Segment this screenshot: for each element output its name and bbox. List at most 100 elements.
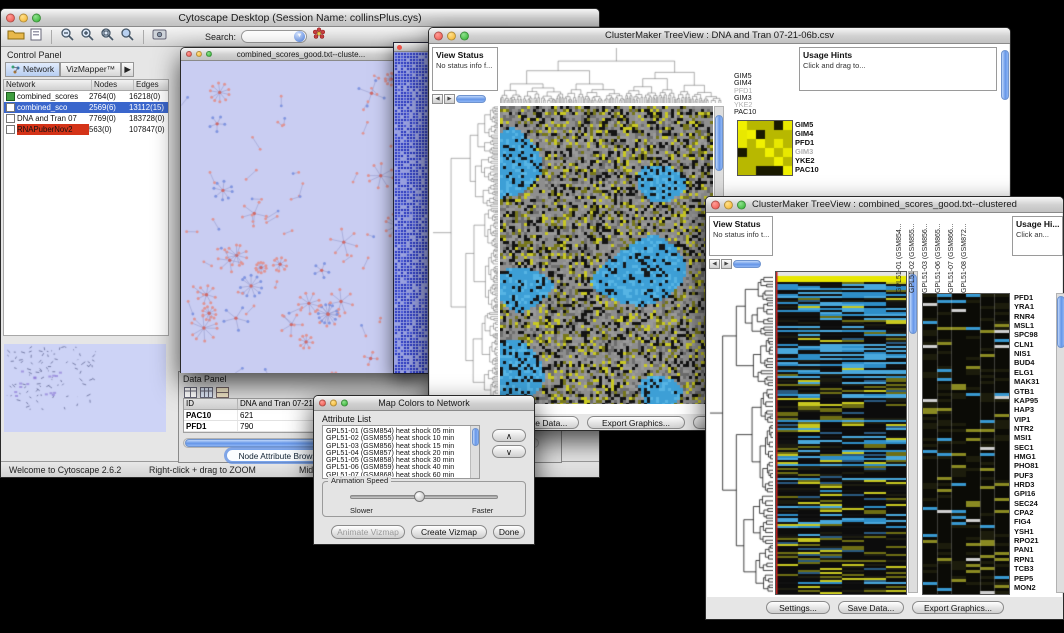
network-list: combined_scores2764(0)16218(0)combined_s… xyxy=(3,91,169,135)
map-dialog-titlebar[interactable]: Map Colors to Network xyxy=(314,396,534,411)
network-list-item[interactable]: combined_scores2764(0)16218(0) xyxy=(4,91,168,102)
gene-label: RPN1 xyxy=(1014,555,1034,564)
tv2-save-data-button[interactable]: Save Data... xyxy=(838,601,904,614)
minimize-icon[interactable] xyxy=(447,31,456,40)
window-title: combined_scores_good.txt--cluste... xyxy=(237,50,366,59)
network-view-titlebar[interactable]: combined_scores_good.txt--cluste... xyxy=(181,48,421,61)
gene-label: MSI1 xyxy=(1014,433,1032,442)
attribute-list-vscrollbar[interactable] xyxy=(470,426,479,478)
zoom-icon[interactable] xyxy=(341,400,348,407)
matrix-row-label: PAC10 xyxy=(795,165,819,174)
cytoscape-titlebar[interactable]: Cytoscape Desktop (Session Name: collins… xyxy=(1,9,599,27)
minimize-icon[interactable] xyxy=(196,51,202,57)
column-labels: GPL51-01 (GSM854...GPL51-02 (GSM855...GP… xyxy=(896,215,982,293)
minimize-icon[interactable] xyxy=(19,13,28,22)
close-icon[interactable] xyxy=(397,45,402,50)
minimize-icon[interactable] xyxy=(330,400,337,407)
column-label: GPL51-07 (GSM866... xyxy=(948,215,960,293)
heatmap-vscrollbar[interactable] xyxy=(908,271,918,593)
move-up-button[interactable]: ∧ xyxy=(492,429,526,442)
column-header-network[interactable]: Network xyxy=(4,80,92,90)
gene-label: PFD1 xyxy=(1014,293,1033,302)
nav-right-icon[interactable]: ▶ xyxy=(444,94,455,104)
heatmap-vscrollbar-thumb[interactable] xyxy=(715,115,723,171)
nav-right-icon[interactable]: ▶ xyxy=(721,259,732,269)
nav-scrollbar-thumb[interactable] xyxy=(456,95,486,103)
window-controls xyxy=(434,31,469,40)
nav-left-icon[interactable]: ◀ xyxy=(709,259,720,269)
heatmap-canvas[interactable] xyxy=(500,106,713,404)
attribute-list-vscrollbar-thumb[interactable] xyxy=(472,428,479,446)
gene-label: YRA1 xyxy=(1014,302,1034,311)
network-list-item[interactable]: DNA and Tran 077769(0)183728(0) xyxy=(4,113,168,124)
gene-label: VIP1 xyxy=(1014,415,1030,424)
overview-heatmap[interactable] xyxy=(922,293,1010,595)
network-name: combined_sco xyxy=(17,102,89,113)
chevron-right-icon: ▶ xyxy=(124,63,131,76)
column-label: GPL51-06 (GSM865... xyxy=(935,215,947,293)
zoom-selected-icon[interactable] xyxy=(120,27,135,47)
network-list-item[interactable]: RNAPuberNov2563(0)107847(0) xyxy=(4,124,168,135)
window-title: Cytoscape Desktop (Session Name: collins… xyxy=(178,12,421,24)
move-down-button[interactable]: ∨ xyxy=(492,445,526,458)
save-icon[interactable] xyxy=(30,27,43,46)
column-header-nodes[interactable]: Nodes xyxy=(92,80,134,90)
tab-overflow-button[interactable]: ▶ xyxy=(121,62,134,77)
heatmap-canvas[interactable] xyxy=(775,271,907,595)
search-input[interactable]: ▼ xyxy=(241,30,307,43)
gene-list-vscrollbar[interactable] xyxy=(1056,293,1064,593)
row-dendrogram[interactable] xyxy=(432,106,498,404)
data-panel-title: Data Panel xyxy=(183,374,227,384)
zoom-icon[interactable] xyxy=(737,200,746,209)
gene-list-vscrollbar-thumb[interactable] xyxy=(1057,296,1064,348)
column-header-id[interactable]: ID xyxy=(184,399,238,409)
treeview1-nav: ◀ ▶ xyxy=(432,94,486,104)
tab-network[interactable]: Network xyxy=(5,62,60,77)
treeview2-titlebar[interactable]: ClusterMaker TreeView : combined_scores_… xyxy=(706,197,1063,213)
folder-open-icon[interactable] xyxy=(7,27,25,46)
minimize-icon[interactable] xyxy=(724,200,733,209)
column-label: GPL51-03 (GSM856... xyxy=(922,215,934,293)
close-icon[interactable] xyxy=(434,31,443,40)
animate-vizmap-button[interactable]: Animate Vizmap xyxy=(331,525,405,539)
network-list-item[interactable]: combined_sco2569(6)13112(15) xyxy=(4,102,168,113)
zoom-icon[interactable] xyxy=(32,13,41,22)
nav-scrollbar-thumb[interactable] xyxy=(733,260,761,268)
gene-label-list: PFD1YRA1RNR4MSL1SPC98CLN1NIS1BUD4ELG1MAK… xyxy=(1014,293,1054,593)
correlation-matrix[interactable] xyxy=(737,120,793,176)
tv1-export-graphics-button[interactable]: Export Graphics... xyxy=(587,416,685,429)
control-panel-tabs: Network VizMapper™ ▶ xyxy=(5,62,167,77)
done-button[interactable]: Done xyxy=(493,525,525,539)
matrix-row-label: GIM4 xyxy=(795,129,819,138)
close-icon[interactable] xyxy=(319,400,326,407)
zoom-icon[interactable] xyxy=(206,51,212,57)
view-status-text: No status info f... xyxy=(433,60,497,70)
zoom-icon[interactable] xyxy=(460,31,469,40)
snapshot-icon[interactable] xyxy=(152,28,167,46)
column-label: GPL51-08 (GSM872... xyxy=(961,215,973,293)
column-header-edges[interactable]: Edges xyxy=(134,80,168,90)
row-dendrogram[interactable] xyxy=(709,275,773,593)
treeview1-titlebar[interactable]: ClusterMaker TreeView : DNA and Tran 07-… xyxy=(429,28,1010,44)
tab-vizmapper[interactable]: VizMapper™ xyxy=(60,62,121,77)
close-icon[interactable] xyxy=(711,200,720,209)
network-graph-canvas[interactable] xyxy=(181,61,421,373)
tv2-settings-button[interactable]: Settings... xyxy=(766,601,830,614)
annotation-flower-icon[interactable] xyxy=(312,27,326,46)
network-overview-thumbnail[interactable] xyxy=(4,344,166,432)
right-panel-vscrollbar-thumb[interactable] xyxy=(1001,50,1009,100)
zoom-fit-icon[interactable] xyxy=(100,27,115,47)
zoom-out-icon[interactable] xyxy=(60,27,75,47)
close-icon[interactable] xyxy=(6,13,15,22)
animation-speed-slider-thumb[interactable] xyxy=(414,491,425,502)
tv2-export-graphics-button[interactable]: Export Graphics... xyxy=(912,601,1004,614)
matrix-row-label: GIM3 xyxy=(795,147,819,156)
create-vizmap-button[interactable]: Create Vizmap xyxy=(411,525,487,539)
nav-left-icon[interactable]: ◀ xyxy=(432,94,443,104)
column-dendrogram[interactable] xyxy=(500,47,722,103)
zoom-in-icon[interactable] xyxy=(80,27,95,47)
network-nodes: 2569(6) xyxy=(89,102,129,113)
desktop: Cytoscape Desktop (Session Name: collins… xyxy=(0,0,1064,633)
close-icon[interactable] xyxy=(186,51,192,57)
network-edges: 183728(0) xyxy=(129,113,168,124)
